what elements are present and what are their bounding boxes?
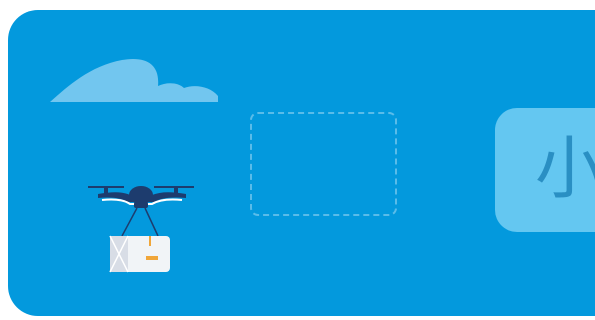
cloud-icon: [50, 59, 218, 102]
delivery-drone-icon: [88, 186, 194, 273]
package-icon: [109, 235, 170, 273]
answer-tile-text: 小: [535, 130, 595, 209]
answer-tile[interactable]: 小: [495, 108, 595, 232]
answer-drop-zone[interactable]: [250, 112, 397, 216]
game-stage: 小: [0, 0, 595, 320]
